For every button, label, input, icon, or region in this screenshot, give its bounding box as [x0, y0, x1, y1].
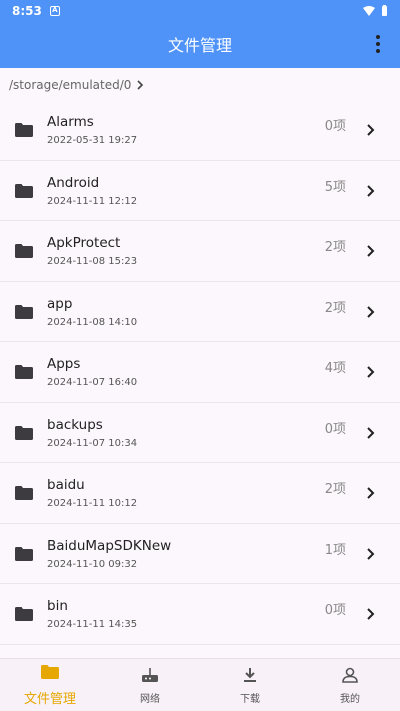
folder-icon — [15, 546, 33, 561]
file-row[interactable]: app 2024-11-08 14:10 2项 — [0, 282, 400, 342]
chevron-right-icon — [366, 304, 376, 318]
chevron-right-icon — [137, 80, 144, 90]
battery-icon — [382, 5, 387, 16]
folder-icon — [15, 304, 33, 319]
chevron-right-icon — [366, 606, 376, 620]
file-name: backups — [47, 416, 103, 433]
file-date: 2024-11-11 14:35 — [47, 619, 138, 630]
status-time: 8:53 — [12, 4, 42, 18]
item-count: 4项 — [324, 361, 346, 376]
item-count: 0项 — [324, 603, 346, 618]
status-bar: 8:53 A — [0, 0, 400, 22]
tab-files[interactable]: 文件管理 — [0, 659, 100, 711]
chevron-right-icon — [366, 425, 376, 439]
file-row[interactable]: bin 2024-11-11 14:35 0项 — [0, 584, 400, 645]
item-count: 5项 — [324, 179, 346, 195]
file-date: 2024-11-07 16:40 — [47, 377, 138, 388]
item-count: 0项 — [324, 421, 346, 437]
file-date: 2024-11-07 10:34 — [47, 437, 138, 449]
tab-me[interactable]: 我的 — [300, 659, 400, 711]
folder-icon — [15, 606, 33, 621]
tab-label: 我的 — [340, 693, 360, 705]
chevron-right-icon — [366, 243, 376, 257]
chevron-right-icon — [366, 183, 376, 197]
chevron-right-icon — [366, 546, 376, 560]
file-row[interactable]: Android 2024-11-11 12:12 5项 — [0, 161, 400, 221]
item-count: 0项 — [324, 119, 346, 134]
folder-icon — [15, 364, 33, 379]
wifi-icon — [363, 6, 375, 16]
folder-icon — [15, 243, 33, 258]
file-name: baidu — [47, 477, 85, 493]
bottom-nav: 文件管理 网络 下载 我的 — [0, 658, 400, 711]
file-row[interactable]: ApkProtect 2024-11-08 15:23 2项 — [0, 221, 400, 282]
file-row[interactable]: BaiduMapSDKNew 2024-11-10 09:32 1项 — [0, 524, 400, 584]
tab-download[interactable]: 下载 — [200, 659, 300, 711]
item-count: 2项 — [324, 240, 346, 255]
folder-icon — [15, 183, 33, 198]
chevron-right-icon — [366, 364, 376, 378]
file-date: 2022-05-31 19:27 — [47, 135, 138, 146]
download-icon — [241, 666, 259, 687]
page-title: 文件管理 — [167, 36, 232, 55]
notification-badge-icon: A — [49, 6, 60, 16]
breadcrumb-path: /storage/emulated/0 — [9, 78, 132, 92]
person-icon — [341, 666, 359, 687]
app-bar: 8:53 A 文件管理 — [0, 0, 400, 68]
more-options-icon[interactable] — [370, 32, 386, 56]
file-date: 2024-11-08 14:10 — [47, 316, 138, 328]
file-name: app — [47, 295, 73, 312]
item-count: 1项 — [324, 542, 346, 558]
folder-icon — [15, 425, 33, 440]
file-name: BaiduMapSDKNew — [47, 537, 172, 554]
folder-icon — [15, 485, 33, 500]
file-row[interactable]: Alarms 2022-05-31 19:27 0项 — [0, 100, 400, 161]
file-list: Alarms 2022-05-31 19:27 0项 Android 2024-11-1… — [0, 100, 400, 658]
folder-icon — [41, 663, 59, 685]
file-name: Alarms — [47, 114, 94, 130]
chevron-right-icon — [366, 485, 376, 499]
file-name: ApkProtect — [47, 235, 121, 251]
file-name: bin — [47, 598, 68, 614]
tab-label: 文件管理 — [23, 692, 76, 707]
file-name: Apps — [47, 356, 81, 372]
router-icon — [141, 666, 159, 687]
status-icons — [363, 5, 388, 17]
tab-network[interactable]: 网络 — [100, 659, 200, 711]
file-date: 2024-11-11 12:12 — [47, 195, 138, 207]
breadcrumb[interactable]: /storage/emulated/0 — [9, 76, 144, 94]
tab-label: 下载 — [240, 693, 260, 705]
file-date: 2024-11-11 10:12 — [47, 498, 138, 509]
item-count: 2项 — [324, 300, 346, 316]
item-count: 2项 — [324, 482, 346, 497]
chevron-right-icon — [366, 122, 376, 136]
file-row[interactable]: Apps 2024-11-07 16:40 4项 — [0, 342, 400, 403]
folder-icon — [15, 122, 33, 137]
file-date: 2024-11-08 15:23 — [47, 256, 138, 267]
file-date: 2024-11-10 09:32 — [47, 558, 138, 570]
file-row[interactable]: baidu 2024-11-11 10:12 2项 — [0, 463, 400, 524]
tab-label: 网络 — [140, 693, 160, 705]
file-row[interactable]: backups 2024-11-07 10:34 0项 — [0, 403, 400, 463]
file-name: Android — [47, 174, 100, 191]
